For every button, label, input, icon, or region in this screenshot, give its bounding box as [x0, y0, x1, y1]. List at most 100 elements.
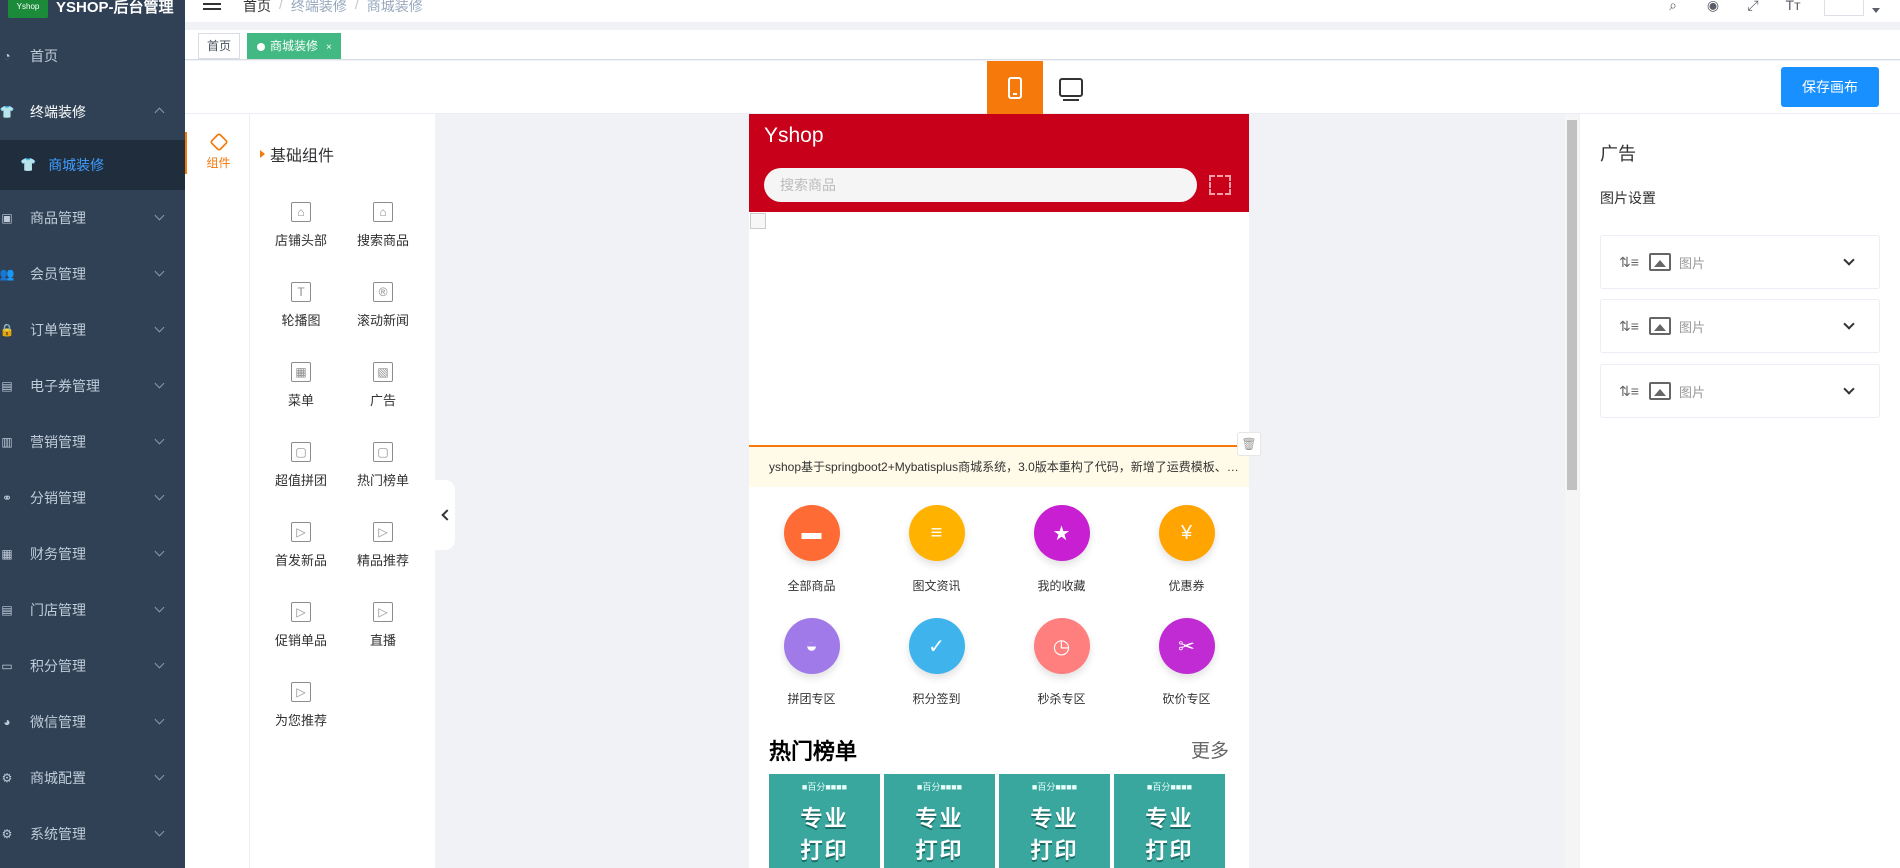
component-list: 基础组件 ⌂ 店铺头部 ⌂ 搜索商品 T 轮播图 ® 滚动新闻 ▦ 菜单 ▧ 广告 ▢ 超值拼团 ▢ 热门榜单…	[250, 114, 435, 868]
component-item[interactable]: ▢ 热门榜单	[342, 442, 424, 496]
wechat-icon: ◕	[3, 715, 11, 729]
sidebar-item-label: 积分管理	[30, 658, 86, 674]
ad-banner[interactable]	[749, 212, 1249, 447]
tag-home[interactable]: 首页	[198, 33, 241, 59]
save-canvas-button[interactable]: 保存画布	[1781, 67, 1879, 107]
group-title-label: 基础组件	[270, 148, 335, 165]
shortcut-item[interactable]: ▬ 全部商品	[749, 499, 874, 612]
component-item[interactable]: ® 滚动新闻	[342, 282, 424, 336]
breadcrumb-home[interactable]: 首页	[243, 0, 271, 16]
component-item[interactable]: ▧ 广告	[342, 362, 424, 416]
tab-components[interactable]: 组件	[185, 132, 250, 174]
font-size-icon[interactable]: Tт	[1784, 0, 1802, 13]
chevron-down-icon[interactable]	[1843, 383, 1855, 395]
sidebar-item[interactable]: ◔ 首页	[0, 28, 185, 84]
sidebar-item[interactable]: 👥 会员管理	[0, 246, 185, 302]
sidebar-item[interactable]: ⚭ 分销管理	[0, 470, 185, 526]
sidebar: Yshop YSHOP-后台管理 ◔ 首页 👕 终端装修 👕 商城装修 ▣ 商品管理 👥 会员管理…	[0, 0, 185, 868]
hot-list-more-link[interactable]: 更多	[1191, 736, 1229, 763]
sidebar-item[interactable]: ▣ 商品管理	[0, 190, 185, 246]
shortcut-item[interactable]: ≡ 图文资讯	[874, 499, 999, 612]
image-setting-row[interactable]: ⇅≡ 图片	[1600, 299, 1880, 353]
shortcut-label: 图文资讯	[912, 579, 961, 593]
component-item[interactable]: ▢ 超值拼团	[260, 442, 342, 496]
image-setting-row[interactable]: ⇅≡ 图片	[1600, 364, 1880, 418]
shirt-icon: 👕	[20, 157, 37, 172]
sidebar-item[interactable]: ▥ 营销管理	[0, 414, 185, 470]
sidebar-item[interactable]: 👕 终端装修	[0, 84, 185, 140]
component-group-title[interactable]: 基础组件	[260, 142, 334, 166]
component-label: 搜索商品	[356, 233, 409, 248]
mobile-view-button[interactable]	[987, 61, 1043, 114]
shortcut-item[interactable]: ◷ 秒杀专区	[999, 612, 1124, 725]
sidebar-item[interactable]: ▤ 门店管理	[0, 582, 185, 638]
trash-icon[interactable]: 🗑	[1237, 432, 1261, 456]
sidebar-item-label: 商城配置	[30, 770, 86, 786]
component-icon: ▷	[291, 602, 311, 622]
component-item[interactable]: ⌂ 店铺头部	[260, 202, 342, 256]
shortcut-item[interactable]: ◒ 拼团专区	[749, 612, 874, 725]
shortcut-item[interactable]: ★ 我的收藏	[999, 499, 1124, 612]
scan-icon[interactable]	[1209, 175, 1231, 195]
component-item[interactable]: T 轮播图	[260, 282, 342, 336]
news-ticker[interactable]: yshop基于springboot2+Mybatisplus商城系统，3.0版本…	[749, 447, 1249, 487]
component-item[interactable]: ▷ 精品推荐	[342, 522, 424, 576]
shop-header[interactable]: Yshop 搜索商品	[749, 114, 1249, 212]
shortcut-icon: ★	[1033, 505, 1090, 561]
component-item[interactable]: ▦ 菜单	[260, 362, 342, 416]
sidebar-item[interactable]: ◕ 微信管理	[0, 694, 185, 750]
drag-handle-icon[interactable]: ⇅≡	[1619, 254, 1639, 271]
sidebar-item[interactable]: ⚙ 系统管理	[0, 806, 185, 862]
hot-product-card[interactable]: ■百分■■■■ 专业 打印	[1114, 774, 1225, 868]
avatar[interactable]	[1824, 0, 1864, 16]
drag-handle-icon[interactable]: ⇅≡	[1619, 318, 1639, 335]
sidebar-item-label: 订单管理	[30, 322, 86, 338]
chevron-down-icon[interactable]	[1843, 318, 1855, 330]
shortcut-item[interactable]: ¥ 优惠券	[1124, 499, 1249, 612]
component-item[interactable]: ▷ 首发新品	[260, 522, 342, 576]
component-label: 促销单品	[274, 633, 327, 648]
component-item[interactable]: ⌂ 搜索商品	[342, 202, 424, 256]
sidebar-item[interactable]: ▭ 积分管理	[0, 638, 185, 694]
component-item[interactable]: ▷ 为您推荐	[260, 682, 342, 736]
sidebar-item[interactable]: ▦ 财务管理	[0, 526, 185, 582]
shortcut-item[interactable]: ✓ 积分签到	[874, 612, 999, 725]
component-label: 首发新品	[274, 553, 327, 568]
drag-handle-icon[interactable]: ⇅≡	[1619, 383, 1639, 400]
hot-product-card[interactable]: ■百分■■■■ 专业 打印	[769, 774, 880, 868]
close-icon[interactable]: ×	[326, 42, 332, 53]
github-icon[interactable]: ◉	[1704, 0, 1722, 13]
logo[interactable]: Yshop YSHOP-后台管理	[0, 0, 185, 20]
scrollbar-thumb[interactable]	[1567, 120, 1577, 490]
component-icon: ▷	[291, 682, 311, 702]
caret-down-icon[interactable]	[1872, 7, 1880, 13]
chevron-down-icon	[154, 434, 165, 445]
component-item[interactable]: ▷ 促销单品	[260, 602, 342, 656]
desktop-view-button[interactable]	[1043, 61, 1099, 114]
image-setting-row[interactable]: ⇅≡ 图片	[1600, 235, 1880, 289]
search-input[interactable]: 搜索商品	[764, 168, 1197, 202]
sidebar-item[interactable]: 👕 商城装修	[0, 140, 185, 190]
component-icon: ▢	[291, 442, 311, 462]
fullscreen-icon[interactable]: ⤢	[1744, 0, 1762, 13]
collapse-panel-button[interactable]	[435, 480, 455, 550]
hot-product-card[interactable]: ■百分■■■■ 专业 打印	[884, 774, 995, 868]
hot-card-text: ■百分■■■■	[916, 782, 963, 792]
sidebar-item[interactable]: ⚙ 商城配置	[0, 750, 185, 806]
component-icon: ▧	[373, 362, 393, 382]
chevron-down-icon	[154, 602, 165, 613]
component-item[interactable]: ▷ 直播	[342, 602, 424, 656]
shortcut-item[interactable]: ✂ 砍价专区	[1124, 612, 1249, 725]
hot-product-card[interactable]: ■百分■■■■ 专业 打印	[999, 774, 1110, 868]
sidebar-item[interactable]: ▤ 电子券管理	[0, 358, 185, 414]
sidebar-item[interactable]: 🔒 订单管理	[0, 302, 185, 358]
hamburger-icon[interactable]	[203, 0, 221, 12]
component-icon: ▦	[291, 362, 311, 382]
tag-label: 商城装修	[270, 39, 319, 53]
search-icon[interactable]: ⌕	[1664, 0, 1682, 13]
shortcut-icon: ¥	[1158, 505, 1215, 561]
chevron-down-icon	[154, 658, 165, 669]
tag-mall-decoration[interactable]: 商城装修 ×	[247, 33, 341, 59]
chevron-down-icon[interactable]	[1843, 254, 1855, 266]
breadcrumb-current: 商城装修	[366, 0, 423, 14]
